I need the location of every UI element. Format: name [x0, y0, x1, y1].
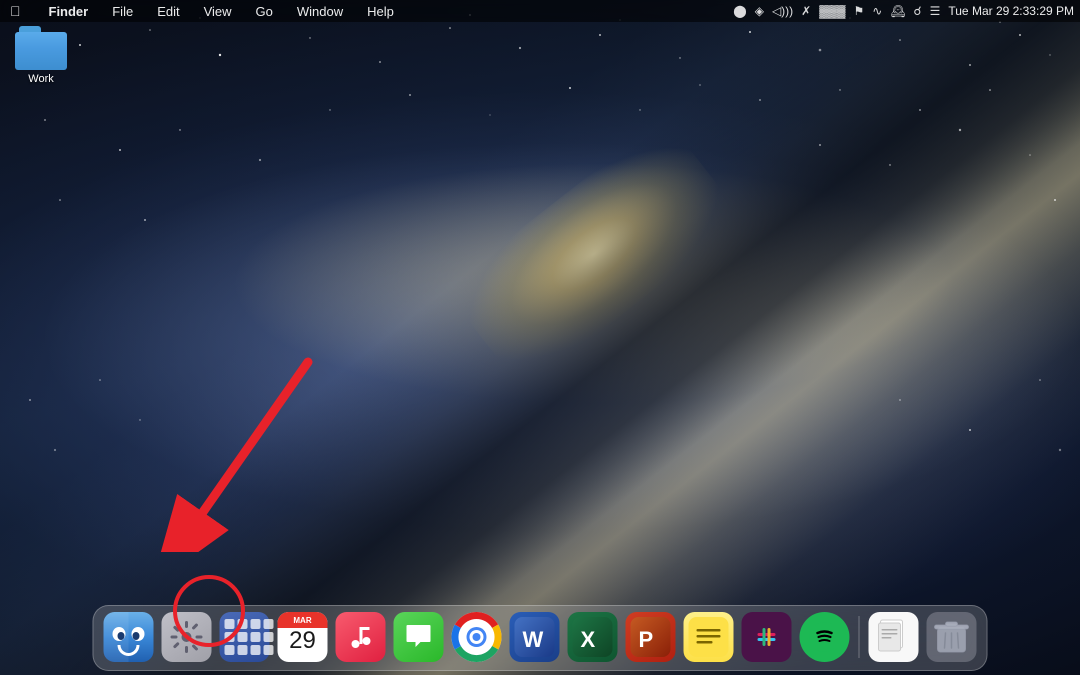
- system-prefs-icon: [162, 612, 212, 662]
- calendar-day: 29: [289, 629, 316, 653]
- dock-item-system-prefs[interactable]: [160, 610, 214, 664]
- bluetooth-icon[interactable]: ✗: [801, 4, 811, 18]
- app-name-menu[interactable]: Finder: [45, 4, 93, 19]
- file-menu[interactable]: File: [108, 4, 137, 19]
- photos-icon: [869, 612, 919, 662]
- trash-icon: [927, 612, 977, 662]
- notification-icon[interactable]: ☰: [930, 4, 941, 18]
- spotify-icon: [800, 612, 850, 662]
- hd-icon[interactable]: ◈: [755, 4, 764, 18]
- folder-icon: [15, 26, 67, 70]
- desktop:  Finder File Edit View Go Window Help ⬤…: [0, 0, 1080, 675]
- clock-icon[interactable]: 🕰: [890, 4, 905, 18]
- dock: MAR 29: [93, 605, 988, 671]
- menubar:  Finder File Edit View Go Window Help ⬤…: [0, 0, 1080, 22]
- dock-item-music[interactable]: [334, 610, 388, 664]
- folder-label: Work: [28, 73, 53, 85]
- volume-icon[interactable]: ◁))): [772, 4, 793, 18]
- powerpoint-icon: P: [626, 612, 676, 662]
- chrome-icon: [452, 612, 502, 662]
- apple-menu[interactable]: : [6, 3, 25, 19]
- calendar-month: MAR: [278, 612, 328, 628]
- excel-icon: X: [568, 612, 618, 662]
- svg-text:X: X: [581, 627, 596, 652]
- music-icon: [336, 612, 386, 662]
- folder-body: [15, 32, 67, 70]
- messages-icon: [394, 612, 444, 662]
- dock-item-finder[interactable]: [102, 610, 156, 664]
- svg-text:P: P: [639, 627, 654, 652]
- notes-icon: [684, 612, 734, 662]
- dock-item-spotify[interactable]: [798, 610, 852, 664]
- datetime-display: Tue Mar 29 2:33:29 PM: [948, 4, 1074, 18]
- search-icon[interactable]: ☌: [914, 4, 922, 18]
- finder-icon: [104, 612, 154, 662]
- dock-item-word[interactable]: W: [508, 610, 562, 664]
- dock-item-photos[interactable]: [867, 610, 921, 664]
- help-menu[interactable]: Help: [363, 4, 398, 19]
- dropbox-icon[interactable]: ⬤: [733, 4, 746, 18]
- dock-item-slack[interactable]: [740, 610, 794, 664]
- stars-background: [0, 0, 1080, 675]
- dock-item-calendar[interactable]: MAR 29: [276, 610, 330, 664]
- dock-item-messages[interactable]: [392, 610, 446, 664]
- dock-item-chrome[interactable]: [450, 610, 504, 664]
- calendar-icon: MAR 29: [278, 612, 328, 662]
- launchpad-icon: [220, 612, 270, 662]
- wifi-icon[interactable]: ∿: [872, 4, 882, 18]
- dock-item-launchpad[interactable]: [218, 610, 272, 664]
- dock-item-trash[interactable]: [925, 610, 979, 664]
- svg-text:W: W: [523, 627, 544, 652]
- galaxy-background: [0, 0, 1080, 675]
- dock-item-powerpoint[interactable]: P: [624, 610, 678, 664]
- dust-lane: [0, 0, 1080, 675]
- galaxy-core: [443, 117, 744, 392]
- menubar-left:  Finder File Edit View Go Window Help: [6, 3, 733, 19]
- menubar-right: ⬤ ◈ ◁))) ✗ ▓▓▓ ⚑ ∿ 🕰 ☌ ☰ Tue Mar 29 2:33…: [733, 4, 1074, 18]
- window-menu[interactable]: Window: [293, 4, 347, 19]
- flag-icon[interactable]: ⚑: [853, 4, 864, 18]
- dock-item-excel[interactable]: X: [566, 610, 620, 664]
- edit-menu[interactable]: Edit: [153, 4, 183, 19]
- slack-icon: [742, 612, 792, 662]
- word-icon: W: [510, 612, 560, 662]
- work-folder[interactable]: Work: [6, 22, 76, 89]
- dock-item-notes[interactable]: [682, 610, 736, 664]
- view-menu[interactable]: View: [200, 4, 236, 19]
- battery-icon[interactable]: ▓▓▓: [819, 4, 845, 18]
- dock-separator: [859, 616, 860, 658]
- go-menu[interactable]: Go: [252, 4, 277, 19]
- red-arrow-annotation: [148, 352, 348, 557]
